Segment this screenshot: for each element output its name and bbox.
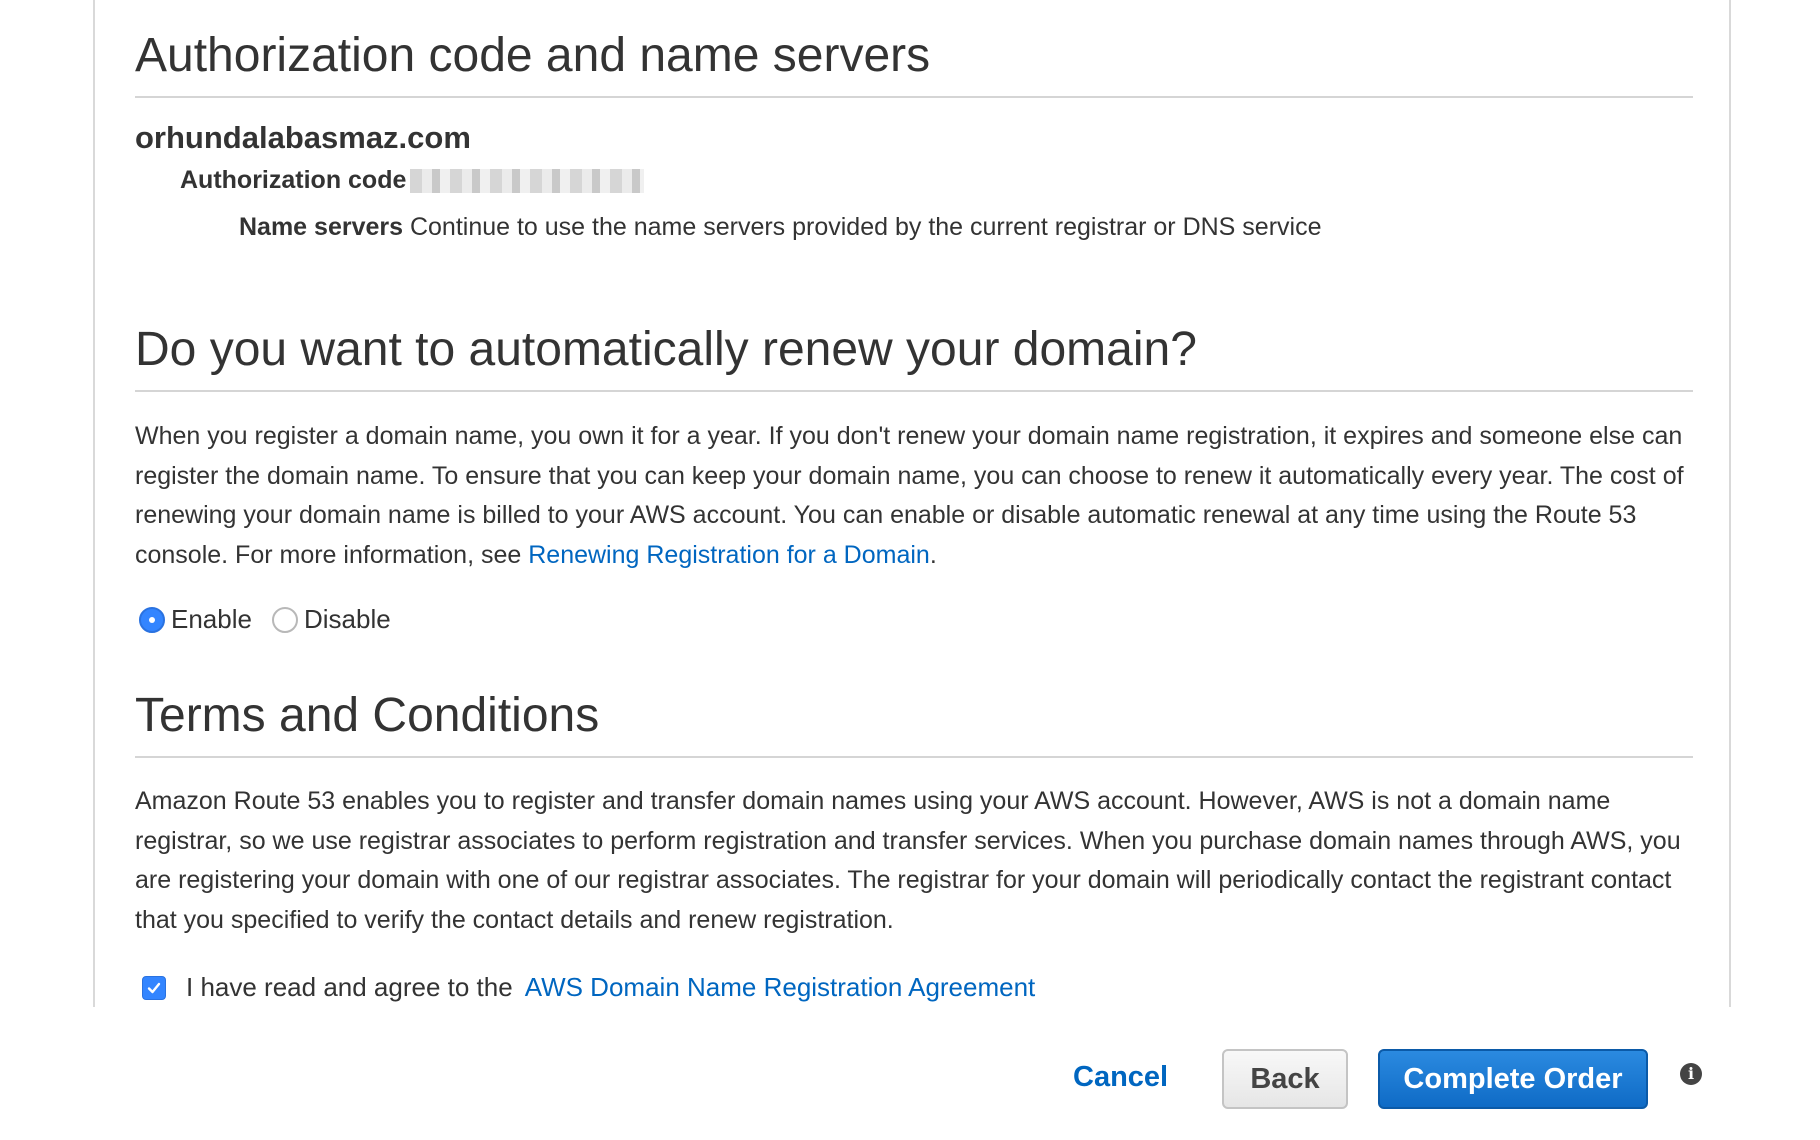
auto-renew-period: . [929, 540, 937, 569]
disable-radio[interactable] [271, 606, 298, 633]
name-servers-label: Name servers [239, 213, 404, 241]
enable-radio-label[interactable]: Enable [171, 604, 252, 635]
auth-section-heading: Authorization code and name servers [135, 28, 1693, 98]
domain-name: orhundalabasmaz.com [135, 120, 471, 155]
name-servers-value: Continue to use the name servers provide… [409, 213, 1322, 241]
registration-agreement-link[interactable]: AWS Domain Name Registration Agreement [525, 972, 1036, 1003]
name-servers-row: Name servers Continue to use the name se… [239, 211, 1322, 243]
auto-renew-heading: Do you want to automatically renew your … [135, 322, 1693, 392]
enable-radio[interactable] [139, 606, 165, 633]
cancel-button[interactable]: Cancel [1073, 1061, 1168, 1094]
renewing-registration-link[interactable]: Renewing Registration for a Domain [528, 541, 930, 569]
terms-heading: Terms and Conditions [135, 688, 1693, 758]
agree-checkbox[interactable] [142, 975, 166, 1000]
info-icon[interactable]: i [1680, 1063, 1702, 1085]
order-panel: Authorization code and name servers orhu… [93, 0, 1731, 1007]
complete-order-button[interactable]: Complete Order [1378, 1049, 1648, 1109]
action-footer: Cancel Back Complete Order i [0, 1049, 1820, 1109]
terms-description: Amazon Route 53 enables you to register … [135, 787, 1681, 934]
disable-radio-label[interactable]: Disable [304, 604, 391, 635]
auto-renew-options: Enable Disable [139, 604, 411, 635]
auth-code-label: Authorization code [180, 166, 407, 194]
back-button[interactable]: Back [1222, 1049, 1348, 1109]
agreement-row: I have read and agree to the AWS Domain … [142, 972, 1035, 1003]
auth-code-redacted [410, 169, 645, 194]
agree-text: I have read and agree to the [186, 972, 513, 1002]
check-icon [147, 982, 161, 993]
auth-code-row: Authorization code [180, 164, 645, 196]
auto-renew-description: When you register a domain name, you own… [135, 417, 1695, 575]
